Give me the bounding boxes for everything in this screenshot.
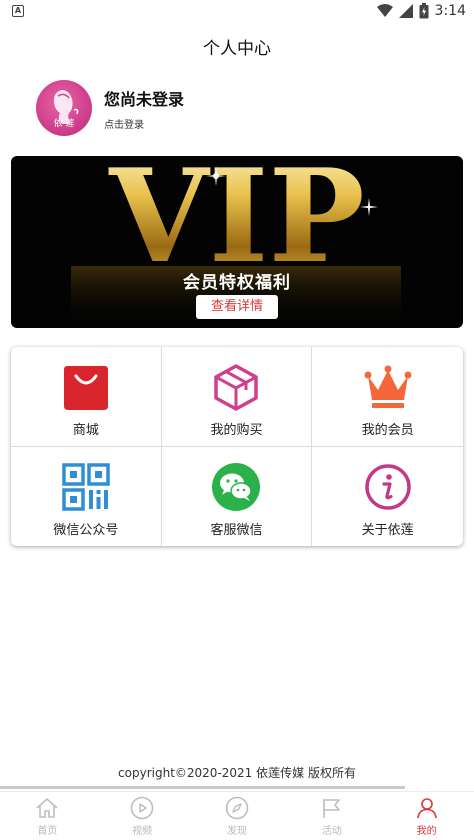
status-time: 3:14: [434, 3, 466, 19]
status-bar: A 3:14: [0, 0, 474, 24]
flag-icon: [320, 796, 344, 820]
vip-banner[interactable]: VIP 会员特权福利 查看详情: [11, 156, 463, 328]
avatar-text: 依 莲: [53, 119, 75, 129]
grid-item-label: 我的会员: [361, 423, 414, 438]
tab-home[interactable]: 首页: [0, 792, 95, 840]
info-icon: [362, 461, 414, 513]
user-icon: [415, 796, 439, 820]
signal-icon: [398, 4, 413, 18]
status-indicators: 3:14: [376, 3, 466, 19]
login-profile[interactable]: 依 莲 您尚未登录 点击登录: [36, 78, 184, 138]
scroll-indicator: [0, 786, 405, 789]
tab-activity[interactable]: 活动: [284, 792, 379, 840]
grid-item-label: 关于依莲: [361, 522, 414, 538]
grid-item-my-membership[interactable]: 我的会员: [312, 347, 463, 447]
compass-icon: [225, 796, 249, 820]
tab-label: 我的: [416, 825, 437, 837]
grid-item-label: 商城: [72, 423, 99, 438]
profile-name[interactable]: 您尚未登录: [104, 86, 184, 110]
avatar[interactable]: 依 莲: [36, 80, 92, 136]
notification-a-icon: A: [12, 5, 24, 17]
play-icon: [130, 796, 154, 820]
tab-label: 视频: [132, 825, 153, 837]
tab-discover[interactable]: 发现: [190, 792, 285, 840]
grid-item-label: 客服微信: [210, 522, 263, 538]
view-details-button[interactable]: 查看详情: [196, 295, 278, 319]
copyright-text: copyright©2020-2021 依莲传媒 版权所有: [118, 766, 356, 780]
wifi-icon: [376, 4, 393, 17]
wechat-icon: [210, 461, 262, 513]
shopping-bag-icon: [60, 361, 112, 413]
tab-label: 首页: [37, 825, 58, 837]
tab-label: 活动: [321, 825, 342, 837]
tab-video[interactable]: 视频: [95, 792, 190, 840]
battery-icon: [419, 3, 429, 19]
grid-item-label: 我的购买: [210, 423, 263, 438]
page-title: 个人中心: [203, 38, 271, 59]
login-link[interactable]: 点击登录: [104, 116, 184, 131]
tab-mine[interactable]: 我的: [379, 792, 474, 840]
qr-code-icon: [60, 461, 112, 513]
grid-item-wechat-account[interactable]: 微信公众号: [11, 446, 162, 546]
page-header: 个人中心: [0, 24, 474, 68]
crown-icon: [362, 361, 414, 413]
feature-grid: 商城 我的购买 我的会员 微信公众号 客服微信 关于依莲: [11, 347, 463, 546]
grid-item-label: 微信公众号: [53, 522, 119, 538]
package-box-icon: [210, 361, 262, 413]
grid-item-about[interactable]: 关于依莲: [312, 447, 463, 547]
home-icon: [35, 796, 59, 820]
banner-title: 会员特权福利: [183, 273, 291, 293]
grid-item-mall[interactable]: 商城: [11, 347, 162, 447]
tab-label: 发现: [226, 825, 247, 837]
grid-item-my-purchases[interactable]: 我的购买: [161, 347, 313, 447]
grid-item-customer-service-wechat[interactable]: 客服微信: [162, 446, 313, 546]
bottom-tab-bar: 首页 视频 发现 活动 我的: [0, 791, 474, 840]
